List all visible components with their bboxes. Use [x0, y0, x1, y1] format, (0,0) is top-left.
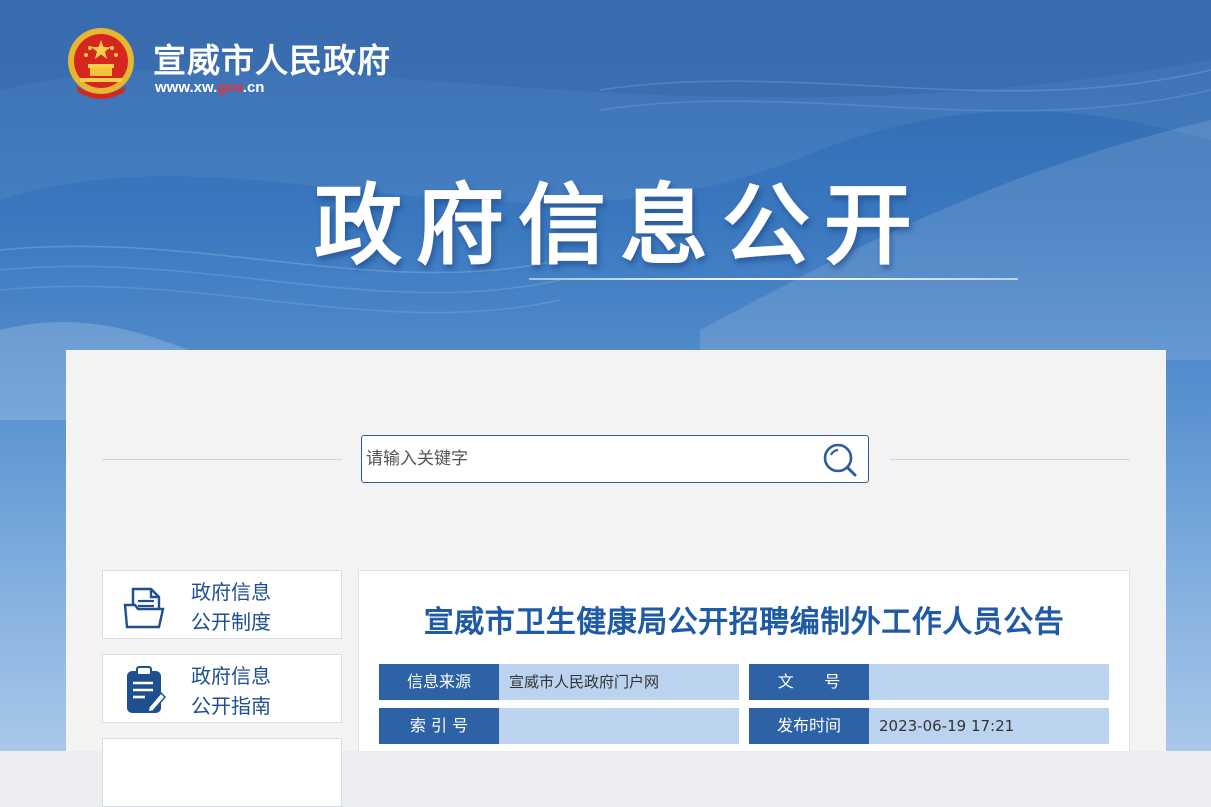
- search-icon[interactable]: [820, 440, 860, 480]
- meta-publish-value: 2023-06-19 17:21: [869, 708, 1109, 744]
- sidebar-item-line2: 公开指南: [191, 694, 271, 718]
- sidebar-item-label: 政府信息 公开制度: [191, 577, 271, 637]
- url-suffix: .cn: [242, 79, 265, 96]
- sidebar-item-label: 政府信息 公开指南: [191, 661, 271, 721]
- clipboard-edit-icon: [127, 666, 167, 713]
- main-panel: 政府信息 公开制度 政府信息 公开指南 宣威市卫生健康局公开招聘编制外工作人员公…: [66, 350, 1166, 807]
- meta-source-value: 宣威市人民政府门户网: [499, 664, 739, 700]
- url-gov: gov: [217, 79, 243, 96]
- search-divider-right: [890, 459, 1130, 460]
- sidebar-item-line1: 政府信息: [191, 664, 271, 688]
- meta-index-value: [499, 708, 739, 744]
- sidebar-item-line2: 公开制度: [191, 610, 271, 634]
- search-input[interactable]: [366, 436, 806, 482]
- meta-doc-no-value: [869, 664, 1109, 700]
- banner-underline: [529, 278, 1018, 280]
- sidebar-item-partial[interactable]: [102, 738, 342, 807]
- article-panel: 宣威市卫生健康局公开招聘编制外工作人员公告 信息来源 宣威市人民政府门户网 文 …: [358, 570, 1130, 751]
- banner-title: 政府信息公开: [313, 174, 926, 277]
- article-title: 宣威市卫生健康局公开招聘编制外工作人员公告: [423, 605, 1065, 640]
- document-stack-icon: [123, 587, 165, 629]
- national-emblem-icon: [68, 28, 134, 99]
- meta-publish-label: 发布时间: [749, 708, 869, 744]
- sidebar-item-disclosure-guide[interactable]: 政府信息 公开指南: [102, 654, 342, 723]
- url-prefix: www.xw.: [155, 79, 218, 96]
- site-name[interactable]: 宣威市人民政府: [153, 34, 391, 82]
- meta-source-label: 信息来源: [379, 664, 499, 700]
- meta-row: 信息来源 宣威市人民政府门户网 文 号: [379, 664, 1109, 700]
- sidebar-item-disclosure-system[interactable]: 政府信息 公开制度: [102, 570, 342, 639]
- sidebar-item-line1: 政府信息: [191, 580, 271, 604]
- meta-index-label: 索 引 号: [379, 708, 499, 744]
- search-box: [361, 435, 869, 483]
- meta-row: 索 引 号 发布时间 2023-06-19 17:21: [379, 708, 1109, 744]
- search-divider-left: [102, 459, 342, 460]
- meta-doc-no-label: 文 号: [749, 664, 869, 700]
- site-url[interactable]: www.xw.gov.cn: [155, 79, 264, 96]
